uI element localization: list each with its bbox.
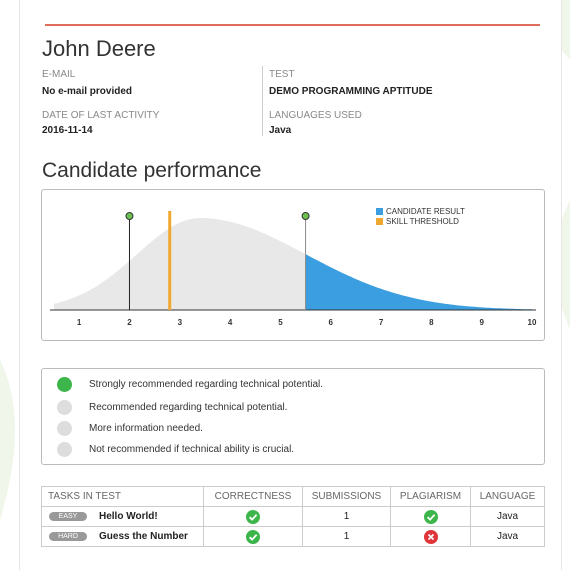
languages-value: Java bbox=[269, 125, 292, 136]
table-row[interactable]: EASY Hello World! 1 Java bbox=[41, 506, 545, 527]
x-tick-label: 5 bbox=[278, 318, 283, 327]
difficulty-badge: EASY bbox=[49, 511, 87, 521]
marker-knob-icon bbox=[125, 212, 134, 220]
x-tick-label: 9 bbox=[479, 318, 484, 327]
candidate-name: John Deere bbox=[42, 36, 156, 61]
distribution-area bbox=[54, 218, 532, 310]
recommendation-label: Not recommended if technical ability is … bbox=[89, 443, 295, 455]
recommendation-label: Recommended regarding technical potentia… bbox=[89, 401, 288, 413]
header-plagiarism: PLAGIARISM bbox=[390, 486, 471, 507]
status-dot-icon bbox=[57, 420, 72, 436]
header-language: LANGUAGE bbox=[470, 486, 545, 507]
email-label: E-MAIL bbox=[42, 69, 76, 80]
check-icon bbox=[246, 529, 260, 544]
last-activity-value: 2016-11-14 bbox=[42, 125, 93, 136]
header-accent-line bbox=[45, 24, 540, 26]
recommendation-label: More information needed. bbox=[89, 422, 203, 434]
header-submissions: SUBMISSIONS bbox=[302, 486, 391, 507]
recommendation-row: Recommended regarding technical potentia… bbox=[57, 399, 287, 415]
status-dot-icon bbox=[57, 399, 72, 415]
x-tick-label: 6 bbox=[329, 318, 334, 327]
x-tick-label: 10 bbox=[528, 318, 537, 327]
tasks-table: TASKS IN TEST CORRECTNESS SUBMISSIONS PL… bbox=[41, 486, 545, 547]
test-value: DEMO PROGRAMMING APTITUDE bbox=[269, 86, 433, 97]
languages-label: LANGUAGES USED bbox=[269, 110, 362, 121]
task-cell[interactable]: HARD Guess the Number bbox=[41, 526, 204, 547]
test-label: TEST bbox=[269, 69, 295, 80]
plagiarism-cell bbox=[390, 506, 471, 527]
x-tick-label: 1 bbox=[77, 318, 82, 327]
correctness-cell bbox=[203, 506, 303, 527]
last-activity-label: DATE OF LAST ACTIVITY bbox=[42, 110, 160, 121]
candidate-result-area bbox=[305, 254, 532, 310]
x-tick-label: 3 bbox=[178, 318, 183, 327]
table-header-row: TASKS IN TEST CORRECTNESS SUBMISSIONS PL… bbox=[41, 486, 545, 507]
header-tasks: TASKS IN TEST bbox=[41, 486, 204, 507]
status-dot-icon bbox=[57, 376, 72, 392]
recommendation-panel: Strongly recommended regarding technical… bbox=[41, 368, 545, 465]
legend-label: CANDIDATE RESULT bbox=[386, 207, 465, 216]
recommendation-label: Strongly recommended regarding technical… bbox=[89, 378, 324, 390]
legend-swatch bbox=[376, 218, 383, 225]
cross-icon bbox=[423, 529, 438, 544]
performance-chart: 1 2 3 4 5 6 7 8 9 10 CANDIDATE RESULT SKILL THRESHO… bbox=[41, 189, 545, 341]
check-icon bbox=[246, 509, 260, 524]
x-tick-label: 2 bbox=[127, 318, 132, 327]
check-icon bbox=[423, 509, 438, 524]
recommendation-row: Strongly recommended regarding technical… bbox=[57, 376, 323, 392]
x-tick-label: 7 bbox=[379, 318, 384, 327]
info-divider bbox=[262, 66, 263, 136]
candidate-knob-icon bbox=[301, 212, 310, 220]
x-tick-label: 4 bbox=[228, 318, 233, 327]
recommendation-row: More information needed. bbox=[57, 420, 203, 436]
submissions-cell: 1 bbox=[302, 526, 391, 547]
header-correctness: CORRECTNESS bbox=[203, 486, 303, 507]
task-name[interactable]: Guess the Number bbox=[99, 531, 188, 542]
language-cell: Java bbox=[470, 506, 545, 527]
language-cell: Java bbox=[470, 526, 545, 547]
task-cell[interactable]: EASY Hello World! bbox=[41, 506, 204, 527]
performance-title: Candidate performance bbox=[42, 159, 262, 182]
legend-label: SKILL THRESHOLD bbox=[386, 217, 459, 226]
recommendation-row: Not recommended if technical ability is … bbox=[57, 441, 294, 457]
table-row[interactable]: HARD Guess the Number 1 Java bbox=[41, 526, 545, 547]
difficulty-badge: HARD bbox=[49, 531, 87, 541]
plagiarism-cell bbox=[390, 526, 471, 547]
legend-swatch bbox=[376, 208, 383, 215]
candidate-report-card: John Deere E-MAIL No e-mail provided DAT… bbox=[19, 0, 562, 570]
x-tick-label: 8 bbox=[429, 318, 434, 327]
submissions-cell: 1 bbox=[302, 506, 391, 527]
performance-chart-svg: 1 2 3 4 5 6 7 8 9 10 CANDIDATE RESULTSKILL THRESHO… bbox=[50, 207, 537, 327]
email-value: No e-mail provided bbox=[42, 86, 133, 97]
status-dot-icon bbox=[57, 441, 72, 457]
task-name[interactable]: Hello World! bbox=[99, 511, 158, 522]
correctness-cell bbox=[203, 526, 303, 547]
